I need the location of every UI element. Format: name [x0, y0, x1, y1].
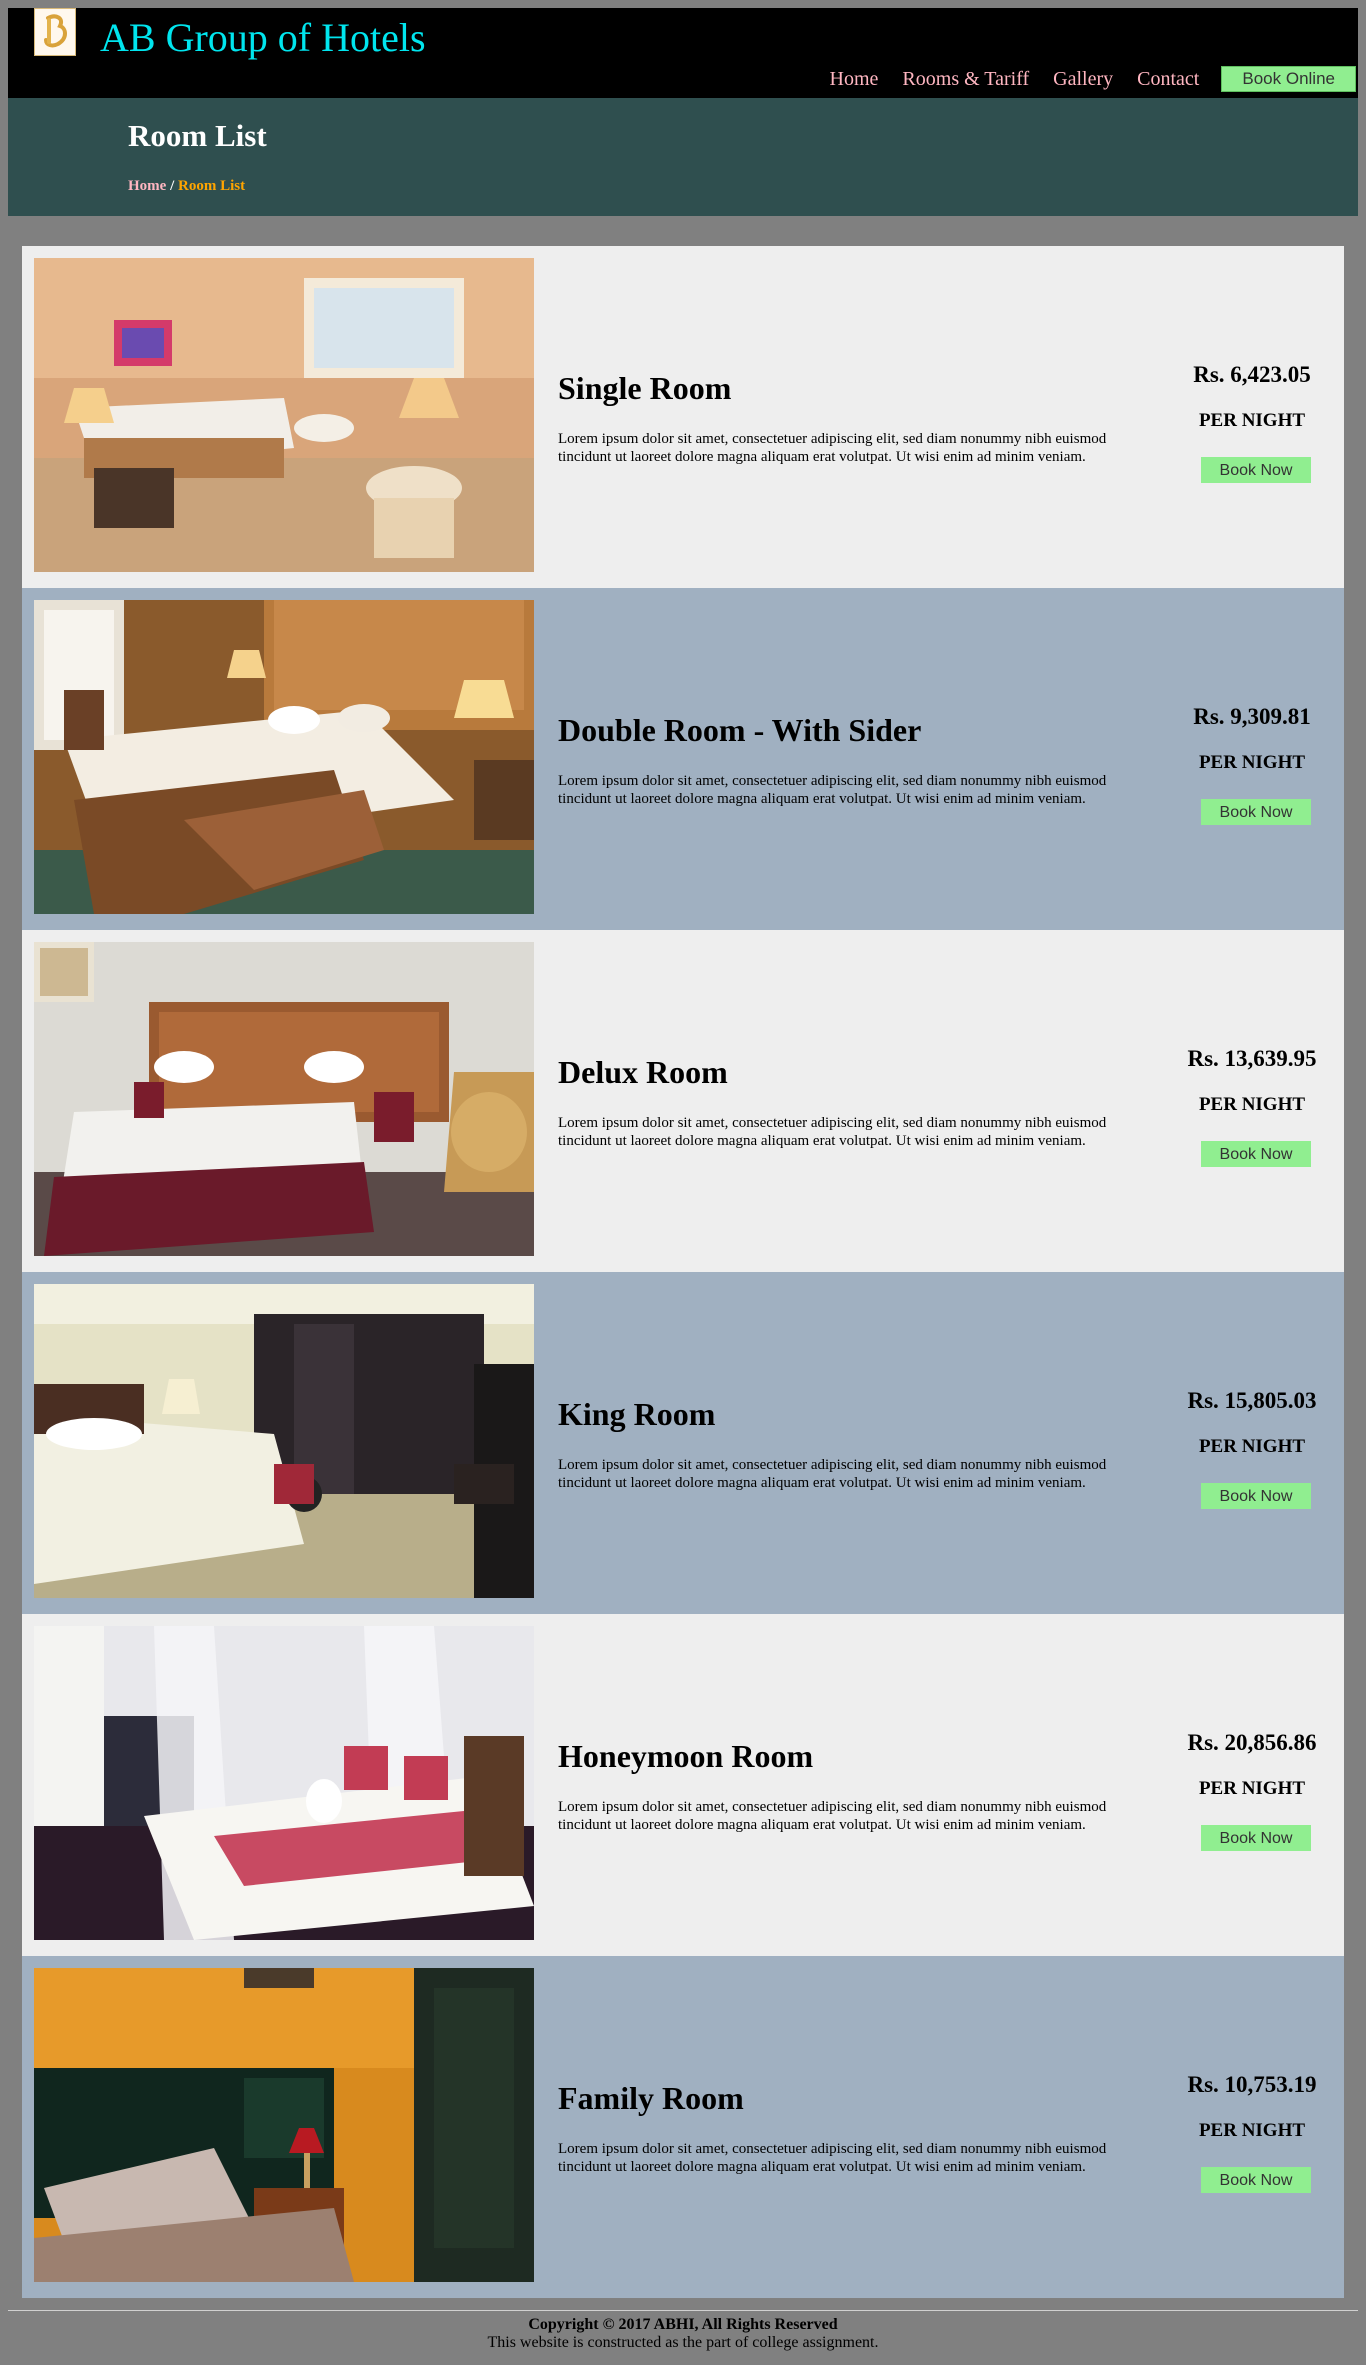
footer-note: This website is constructed as the part …: [487, 2334, 879, 2351]
b-monogram-logo-icon[interactable]: [34, 8, 76, 56]
room-description: Lorem ipsum dolor sit amet, consectetuer…: [558, 1457, 1107, 1491]
room-name: Delux Room: [558, 1054, 728, 1090]
site-title[interactable]: AB Group of Hotels: [100, 18, 426, 58]
room-name: Single Room: [558, 370, 732, 406]
room-photo-king: [34, 1284, 534, 1598]
room-name: Double Room - With Sider: [558, 712, 922, 748]
room-pricing: Rs. 20,856.86 PER NIGHT Book Now: [1172, 1614, 1332, 1956]
room-description: Lorem ipsum dolor sit amet, consectetuer…: [558, 2141, 1107, 2175]
nav-rooms-tariff[interactable]: Rooms & Tariff: [902, 68, 1029, 91]
page-title: Room List: [128, 118, 267, 153]
room-description: Lorem ipsum dolor sit amet, consectetuer…: [558, 1115, 1107, 1149]
per-night-label: PER NIGHT: [1198, 2120, 1306, 2141]
room-price: Rs. 15,805.03: [1187, 1388, 1317, 1413]
site-header: AB Group of Hotels Home Rooms & Tariff G…: [8, 8, 1358, 98]
room-pricing: Rs. 15,805.03 PER NIGHT Book Now: [1172, 1272, 1332, 1614]
room-name: Family Room: [558, 2080, 744, 2116]
book-now-button[interactable]: Book Now: [1201, 1141, 1311, 1167]
breadcrumb-current: Room List: [178, 178, 246, 194]
room-description: Lorem ipsum dolor sit amet, consectetuer…: [558, 1799, 1107, 1833]
per-night-label: PER NIGHT: [1198, 1778, 1306, 1799]
nav-contact[interactable]: Contact: [1137, 68, 1199, 91]
room-card-double: Double Room - With Sider Lorem ipsum dol…: [22, 588, 1344, 930]
room-card-honeymoon: Honeymoon Room Lorem ipsum dolor sit ame…: [22, 1614, 1344, 1956]
room-list: Single Room Lorem ipsum dolor sit amet, …: [22, 246, 1344, 2298]
per-night-label: PER NIGHT: [1198, 1094, 1306, 1115]
site-footer: Copyright © 2017 ABHI, All Rights Reserv…: [8, 2316, 1358, 2352]
room-photo-single: [34, 258, 534, 572]
breadcrumb: Home / Room List: [128, 178, 245, 195]
nav-home[interactable]: Home: [830, 68, 879, 91]
room-price: Rs. 9,309.81: [1193, 704, 1311, 729]
room-pricing: Rs. 10,753.19 PER NIGHT Book Now: [1172, 1956, 1332, 2298]
room-card-delux: Delux Room Lorem ipsum dolor sit amet, c…: [22, 930, 1344, 1272]
room-info: King Room Lorem ipsum dolor sit amet, co…: [558, 1272, 1158, 1614]
per-night-label: PER NIGHT: [1198, 752, 1306, 773]
book-online-button[interactable]: Book Online: [1221, 66, 1356, 92]
room-card-single: Single Room Lorem ipsum dolor sit amet, …: [22, 246, 1344, 588]
room-info: Honeymoon Room Lorem ipsum dolor sit ame…: [558, 1614, 1158, 1956]
copyright-text: Copyright © 2017 ABHI, All Rights Reserv…: [528, 2316, 838, 2333]
per-night-label: PER NIGHT: [1198, 410, 1306, 431]
breadcrumb-separator: /: [166, 178, 178, 194]
room-info: Single Room Lorem ipsum dolor sit amet, …: [558, 246, 1158, 588]
room-info: Double Room - With Sider Lorem ipsum dol…: [558, 588, 1158, 930]
book-now-button[interactable]: Book Now: [1201, 1825, 1311, 1851]
room-pricing: Rs. 13,639.95 PER NIGHT Book Now: [1172, 930, 1332, 1272]
room-info: Family Room Lorem ipsum dolor sit amet, …: [558, 1956, 1158, 2298]
room-photo-double: [34, 600, 534, 914]
book-now-button[interactable]: Book Now: [1201, 1483, 1311, 1509]
room-pricing: Rs. 6,423.05 PER NIGHT Book Now: [1172, 246, 1332, 588]
footer-divider: [8, 2310, 1358, 2311]
room-photo-family: [34, 1968, 534, 2282]
room-photo-delux: [34, 942, 534, 1256]
breadcrumb-home-link[interactable]: Home: [128, 178, 166, 194]
main-nav: Home Rooms & Tariff Gallery Contact Book…: [830, 66, 1356, 92]
book-now-button[interactable]: Book Now: [1201, 2167, 1311, 2193]
room-price: Rs. 13,639.95: [1187, 1046, 1317, 1071]
book-now-button[interactable]: Book Now: [1201, 457, 1311, 483]
room-name: King Room: [558, 1396, 716, 1432]
book-now-button[interactable]: Book Now: [1201, 799, 1311, 825]
room-description: Lorem ipsum dolor sit amet, consectetuer…: [558, 773, 1107, 807]
page-banner: Room List Home / Room List: [8, 98, 1358, 216]
room-info: Delux Room Lorem ipsum dolor sit amet, c…: [558, 930, 1158, 1272]
room-pricing: Rs. 9,309.81 PER NIGHT Book Now: [1172, 588, 1332, 930]
per-night-label: PER NIGHT: [1198, 1436, 1306, 1457]
room-description: Lorem ipsum dolor sit amet, consectetuer…: [558, 431, 1107, 465]
room-card-family: Family Room Lorem ipsum dolor sit amet, …: [22, 1956, 1344, 2298]
room-price: Rs. 10,753.19: [1187, 2072, 1317, 2097]
room-price: Rs. 20,856.86: [1187, 1730, 1317, 1755]
room-photo-honeymoon: [34, 1626, 534, 1940]
nav-gallery[interactable]: Gallery: [1053, 68, 1113, 91]
room-name: Honeymoon Room: [558, 1738, 814, 1774]
room-card-king: King Room Lorem ipsum dolor sit amet, co…: [22, 1272, 1344, 1614]
room-price: Rs. 6,423.05: [1193, 362, 1311, 387]
